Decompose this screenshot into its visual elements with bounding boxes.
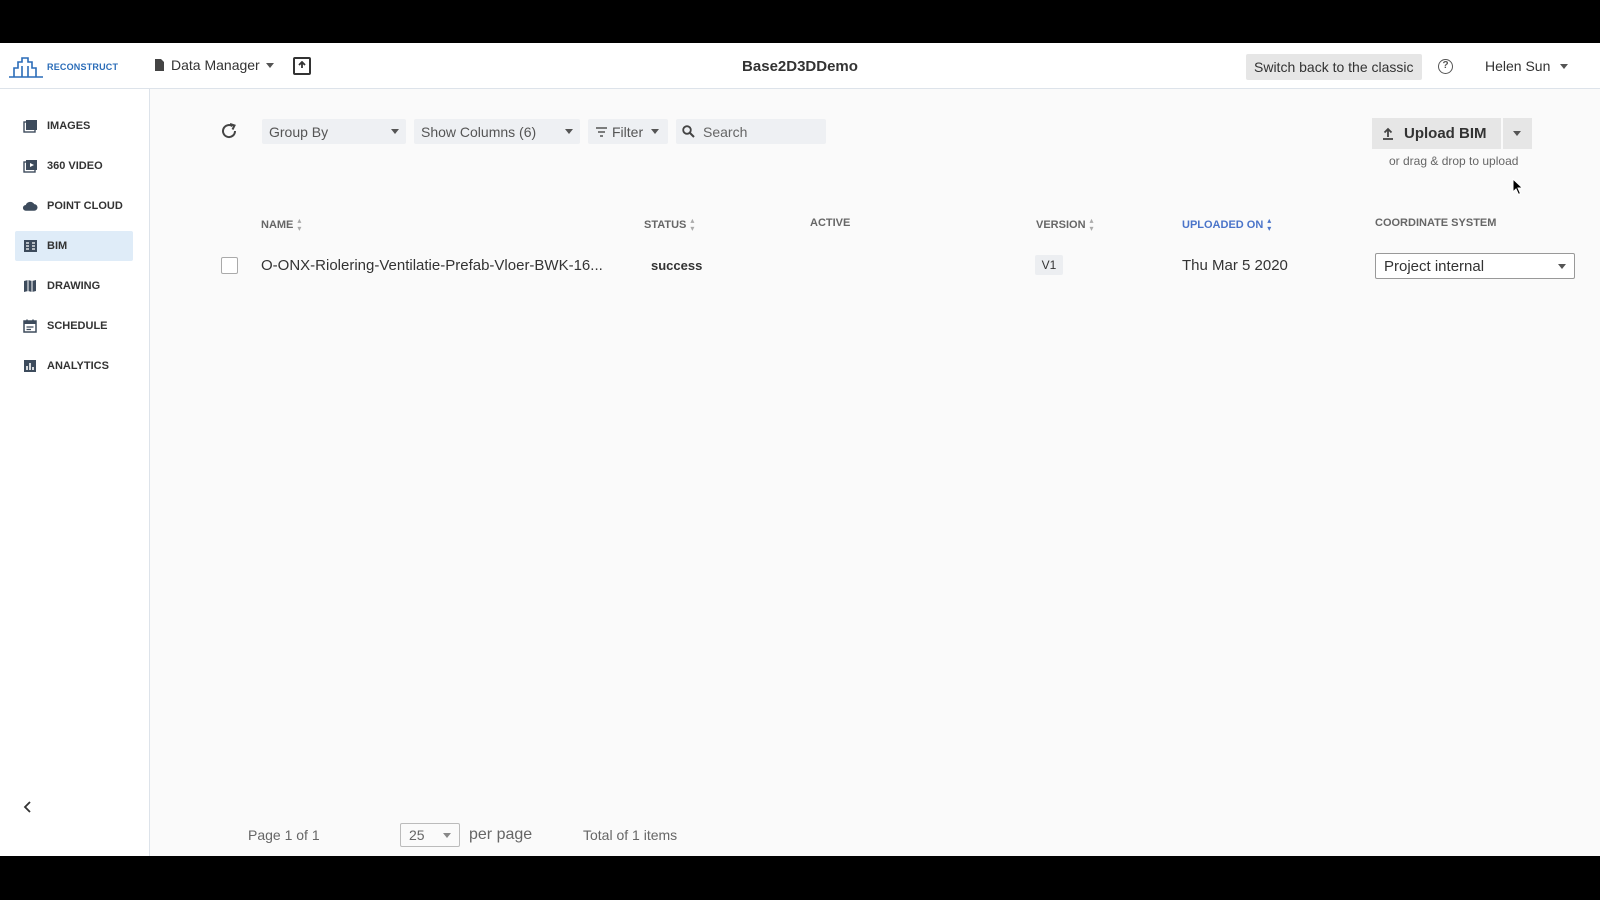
column-header-label: NAME xyxy=(261,219,294,231)
row-name[interactable]: O-ONX-Riolering-Ventilatie-Prefab-Vloer-… xyxy=(261,257,603,274)
search-input[interactable] xyxy=(703,123,813,140)
file-icon xyxy=(155,59,164,71)
column-header-version[interactable]: VERSION ▴ ▾ xyxy=(1036,217,1094,233)
sidebar: IMAGES 360 VIDEO POINT CLOUD BIM DRAWING xyxy=(0,89,150,856)
sort-icon: ▴ ▾ xyxy=(1089,216,1094,233)
switch-classic-button[interactable]: Switch back to the classic xyxy=(1246,54,1422,80)
search-icon xyxy=(682,125,695,138)
upload-options-button[interactable] xyxy=(1502,118,1532,149)
top-header: RECONSTRUCT Data Manager Base2D3DDemo Sw… xyxy=(0,43,1600,89)
column-header-name[interactable]: NAME ▴ ▾ xyxy=(261,217,301,233)
chevron-down-icon xyxy=(443,832,451,838)
map-icon xyxy=(22,278,38,294)
sidebar-item-images[interactable]: IMAGES xyxy=(15,111,133,141)
data-manager-menu[interactable]: Data Manager xyxy=(154,57,274,73)
filter-icon xyxy=(596,126,607,137)
upload-arrow-icon xyxy=(298,61,306,68)
per-page-value: 25 xyxy=(409,827,425,843)
per-page-label: per page xyxy=(469,826,533,843)
column-header-label: VERSION xyxy=(1036,219,1086,231)
column-header-status[interactable]: STATUS ▴ ▾ xyxy=(644,217,694,233)
row-uploaded-on: Thu Mar 5 2020 xyxy=(1182,257,1288,274)
chevron-down-icon xyxy=(391,129,399,134)
cloud-icon xyxy=(22,198,38,214)
sidebar-item-label: 360 VIDEO xyxy=(47,160,103,172)
sidebar-item-label: POINT CLOUD xyxy=(47,200,123,212)
calendar-icon xyxy=(22,318,38,334)
total-items-info: Total of 1 items xyxy=(583,827,678,843)
user-menu[interactable]: Helen Sun xyxy=(1485,58,1569,74)
sidebar-item-label: SCHEDULE xyxy=(47,320,108,332)
sidebar-item-label: DRAWING xyxy=(47,280,101,292)
images-icon xyxy=(22,118,38,134)
sidebar-item-analytics[interactable]: ANALYTICS xyxy=(15,351,133,381)
video-icon xyxy=(22,158,38,174)
search-box xyxy=(676,119,826,144)
bar-chart-icon xyxy=(22,358,38,374)
row-status: success xyxy=(651,258,703,273)
row-version-badge: V1 xyxy=(1035,255,1063,275)
reconstruct-logo[interactable]: RECONSTRUCT xyxy=(8,55,118,79)
sidebar-collapse-button[interactable] xyxy=(20,799,36,815)
sidebar-item-label: BIM xyxy=(47,240,68,252)
column-header-uploaded-on[interactable]: UPLOADED ON ▴ ▾ xyxy=(1182,217,1271,233)
logo-icon xyxy=(9,57,43,78)
refresh-icon xyxy=(222,123,237,139)
per-page-select[interactable]: 25 xyxy=(400,823,460,847)
column-header-active: ACTIVE xyxy=(810,217,850,229)
column-header-coordinate-system: COORDINATE SYSTEM xyxy=(1375,217,1496,229)
upload-icon xyxy=(1383,127,1393,140)
sidebar-item-point-cloud[interactable]: POINT CLOUD xyxy=(15,191,133,221)
sort-icon: ▴ ▾ xyxy=(297,216,302,233)
mouse-cursor-icon xyxy=(1512,178,1524,196)
sort-icon: ▴ ▾ xyxy=(1267,216,1272,233)
group-by-dropdown[interactable]: Group By xyxy=(262,119,406,144)
sidebar-item-drawing[interactable]: DRAWING xyxy=(15,271,133,301)
sort-icon: ▴ ▾ xyxy=(690,216,695,233)
project-title: Base2D3DDemo xyxy=(742,58,858,75)
upload-bim-label: Upload BIM xyxy=(1404,125,1487,142)
filter-label: Filter xyxy=(612,123,644,140)
data-manager-label: Data Manager xyxy=(171,57,260,73)
show-columns-label: Show Columns (6) xyxy=(421,123,537,140)
upload-tray-button[interactable] xyxy=(293,57,311,75)
chevron-down-icon xyxy=(565,129,573,134)
group-by-label: Group By xyxy=(269,123,329,140)
chevron-down-icon xyxy=(1560,63,1569,69)
sidebar-item-bim[interactable]: BIM xyxy=(15,231,133,261)
column-header-label: UPLOADED ON xyxy=(1182,219,1264,231)
logo-text: RECONSTRUCT xyxy=(47,62,119,72)
question-circle-icon[interactable]: ? xyxy=(1438,59,1453,74)
page-info: Page 1 of 1 xyxy=(248,827,320,843)
filter-dropdown[interactable]: Filter xyxy=(588,119,668,144)
show-columns-dropdown[interactable]: Show Columns (6) xyxy=(414,119,580,144)
building-icon xyxy=(22,238,38,254)
column-header-label: ACTIVE xyxy=(810,217,851,229)
column-header-label: COORDINATE SYSTEM xyxy=(1375,217,1497,229)
sidebar-item-360-video[interactable]: 360 VIDEO xyxy=(15,151,133,181)
sidebar-item-label: IMAGES xyxy=(47,120,91,132)
sidebar-item-schedule[interactable]: SCHEDULE xyxy=(15,311,133,341)
chevron-down-icon xyxy=(1513,131,1521,136)
sidebar-item-label: ANALYTICS xyxy=(47,360,109,372)
app-window: RECONSTRUCT Data Manager Base2D3DDemo Sw… xyxy=(0,43,1600,856)
upload-bim-button[interactable]: Upload BIM xyxy=(1372,118,1501,149)
row-checkbox[interactable] xyxy=(221,257,238,274)
refresh-button[interactable] xyxy=(218,120,240,142)
user-name: Helen Sun xyxy=(1485,58,1551,74)
chevron-down-icon xyxy=(1558,263,1566,269)
upload-bim-split-button: Upload BIM xyxy=(1372,118,1532,149)
coordinate-system-value: Project internal xyxy=(1384,257,1485,275)
column-header-label: STATUS xyxy=(644,219,687,231)
chevron-down-icon xyxy=(651,129,660,134)
drag-drop-hint: or drag & drop to upload xyxy=(1389,154,1519,168)
chevron-down-icon xyxy=(265,62,274,68)
coordinate-system-select[interactable]: Project internal xyxy=(1375,253,1575,279)
chevron-left-icon xyxy=(23,801,31,813)
